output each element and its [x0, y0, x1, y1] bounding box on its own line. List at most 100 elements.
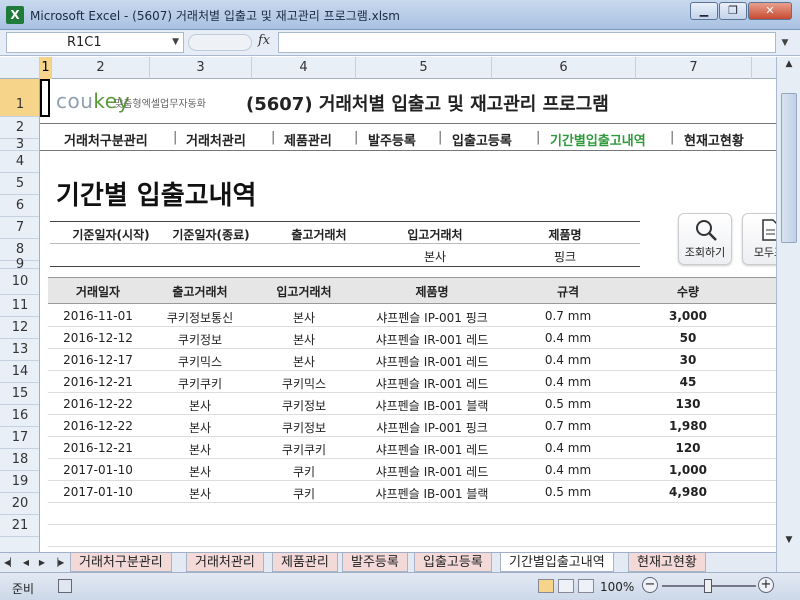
vertical-scrollbar[interactable]: ▲ ▼	[776, 57, 800, 572]
row-header[interactable]: 3	[0, 138, 39, 151]
insert-function-icon[interactable]: fx	[258, 33, 270, 48]
next-sheet-icon[interactable]: ▶	[36, 556, 48, 570]
nav-item[interactable]: 기간별입출고내역	[550, 130, 646, 149]
row-header[interactable]: 10	[0, 269, 39, 295]
column-header[interactable]: 2	[52, 57, 150, 79]
row-header[interactable]: 14	[0, 361, 39, 383]
table-row[interactable]: 2017-01-10 본사 쿠키 샤프펜슬 IB-001 블랙 0.5 mm 4,980	[48, 481, 776, 503]
nav-item[interactable]: 제품관리	[284, 130, 332, 149]
table-row[interactable]: 2016-12-17 쿠키믹스 본사 샤프펜슬 IR-001 레드 0.4 mm 30	[48, 349, 776, 371]
select-all-corner[interactable]	[0, 57, 40, 79]
row-header[interactable]: 7	[0, 217, 39, 239]
row-header[interactable]: 21	[0, 515, 39, 537]
horizontal-scrollbar[interactable]	[706, 552, 776, 572]
row-header[interactable]: 6	[0, 195, 39, 217]
table-cell: 샤프펜슬 IR-001 레드	[375, 465, 489, 479]
prev-sheet-icon[interactable]: ◀	[20, 556, 32, 570]
maximize-button[interactable]: ❐	[719, 2, 747, 20]
row-header[interactable]: 15	[0, 383, 39, 405]
page-break-view-icon[interactable]	[578, 579, 594, 593]
table-cell: 0.4 mm	[544, 331, 592, 345]
column-header[interactable]: 6	[492, 57, 636, 79]
nav-item[interactable]: 거래처관리	[186, 130, 246, 149]
formula-input[interactable]	[278, 32, 776, 53]
table-cell: 샤프펜슬 IP-001 핑크	[376, 311, 488, 325]
sheet-tab[interactable]: 발주등록	[342, 553, 408, 572]
filter-input[interactable]: 핑크	[510, 248, 620, 265]
document-icon	[762, 219, 776, 241]
expand-formula-bar-icon[interactable]: ▼	[778, 34, 792, 52]
row-header[interactable]: 19	[0, 471, 39, 493]
sheet-tab[interactable]: 제품관리	[272, 553, 338, 572]
table-row[interactable]: 2016-12-21 쿠키쿠키 쿠키믹스 샤프펜슬 IR-001 레드 0.4 mm 45	[48, 371, 776, 393]
zoom-out-button[interactable]: −	[642, 577, 658, 593]
zoom-slider-thumb[interactable]	[704, 579, 712, 593]
row-header[interactable]: 9	[0, 258, 39, 271]
search-button[interactable]: 조회하기	[678, 213, 732, 265]
row-header[interactable]: 4	[0, 151, 39, 173]
zoom-in-button[interactable]: +	[758, 577, 774, 593]
first-sheet-icon[interactable]: ◀▏	[4, 556, 16, 570]
excel-app-icon[interactable]: X	[6, 6, 24, 24]
formula-bar-splitter[interactable]	[188, 34, 252, 51]
row-header[interactable]: 12	[0, 317, 39, 339]
row-header[interactable]: 11	[0, 295, 39, 317]
nav-item[interactable]: 거래처구분관리	[64, 130, 148, 149]
table-cell: 0.4 mm	[544, 441, 592, 455]
table-cell: 2016-12-21	[63, 441, 133, 455]
nav-item[interactable]: 입출고등록	[452, 130, 512, 149]
scroll-thumb[interactable]	[781, 93, 797, 243]
row-header[interactable]: 17	[0, 427, 39, 449]
table-row[interactable]	[48, 525, 776, 547]
row-header[interactable]: 20	[0, 493, 39, 515]
table-cell: 쿠키믹스	[177, 355, 223, 369]
window-title: Microsoft Excel - (5607) 거래처별 입출고 및 재고관리…	[30, 9, 400, 23]
sheet-tab[interactable]: 현재고현황	[628, 553, 706, 572]
column-header[interactable]: 5	[356, 57, 492, 79]
minimize-button[interactable]: ▁	[690, 2, 718, 20]
last-sheet-icon[interactable]: ▕▶	[52, 556, 64, 570]
active-cell[interactable]	[40, 79, 50, 117]
column-header[interactable]: 7	[636, 57, 752, 79]
row-header[interactable]: 13	[0, 339, 39, 361]
row-header[interactable]: 16	[0, 405, 39, 427]
table-row[interactable]: 2016-11-01 쿠키정보통신 본사 샤프펜슬 IP-001 핑크 0.7 mm 3,…	[48, 305, 776, 327]
sheet-tab[interactable]: 기간별입출고내역	[500, 553, 614, 572]
filter-input[interactable]: 본사	[380, 248, 490, 265]
table-row[interactable]: 2016-12-21 본사 쿠키쿠키 샤프펜슬 IR-001 레드 0.4 mm 120	[48, 437, 776, 459]
column-header[interactable]: 4	[252, 57, 356, 79]
nav-item[interactable]: 현재고현황	[684, 130, 744, 149]
table-cell: 본사	[188, 399, 212, 413]
table-row[interactable]	[48, 503, 776, 525]
table-row[interactable]: 2016-12-22 본사 쿠키정보 샤프펜슬 IP-001 핑크 0.7 mm 1,98…	[48, 415, 776, 437]
table-row[interactable]: 2016-12-12 쿠키정보 본사 샤프펜슬 IR-001 레드 0.4 mm 50	[48, 327, 776, 349]
nav-item[interactable]: 발주등록	[368, 130, 416, 149]
column-header[interactable]: 1	[40, 57, 52, 79]
row-header[interactable]: 5	[0, 173, 39, 195]
table-cell: 쿠키	[292, 487, 316, 501]
name-box[interactable]: R1C1 ▼	[6, 32, 184, 53]
column-header[interactable]: 3	[150, 57, 252, 79]
scroll-down-icon[interactable]: ▼	[781, 535, 797, 549]
row-header[interactable]: 18	[0, 449, 39, 471]
row-header[interactable]: 2	[0, 117, 39, 139]
sheet-tab[interactable]: 거래처관리	[186, 553, 264, 572]
scroll-up-icon[interactable]: ▲	[781, 59, 797, 73]
close-button[interactable]: ✕	[748, 2, 792, 20]
normal-view-icon[interactable]	[538, 579, 554, 593]
table-row[interactable]: 2017-01-10 본사 쿠키 샤프펜슬 IR-001 레드 0.4 mm 1,000	[48, 459, 776, 481]
sheet-tab[interactable]: 입출고등록	[414, 553, 492, 572]
zoom-level[interactable]: 100%	[600, 580, 634, 594]
chevron-down-icon[interactable]: ▼	[172, 33, 179, 52]
table-cell: 본사	[188, 421, 212, 435]
row-header[interactable]: 1	[0, 79, 39, 117]
table-cell: 샤프펜슬 IR-001 레드	[375, 333, 489, 347]
sheet-tab[interactable]: 거래처구분관리	[70, 553, 172, 572]
page-layout-view-icon[interactable]	[558, 579, 574, 593]
table-row[interactable]: 2016-12-22 본사 쿠키정보 샤프펜슬 IB-001 블랙 0.5 mm 130	[48, 393, 776, 415]
table-cell: 2017-01-10	[63, 485, 133, 499]
macro-record-icon[interactable]	[58, 579, 72, 593]
table-cell: 1,000	[669, 463, 707, 477]
worksheet[interactable]: coukey 맞춤형엑셀업무자동화 (5607) 거래처별 입출고 및 재고관리…	[40, 79, 776, 552]
show-all-button[interactable]: 모두표	[742, 213, 776, 265]
